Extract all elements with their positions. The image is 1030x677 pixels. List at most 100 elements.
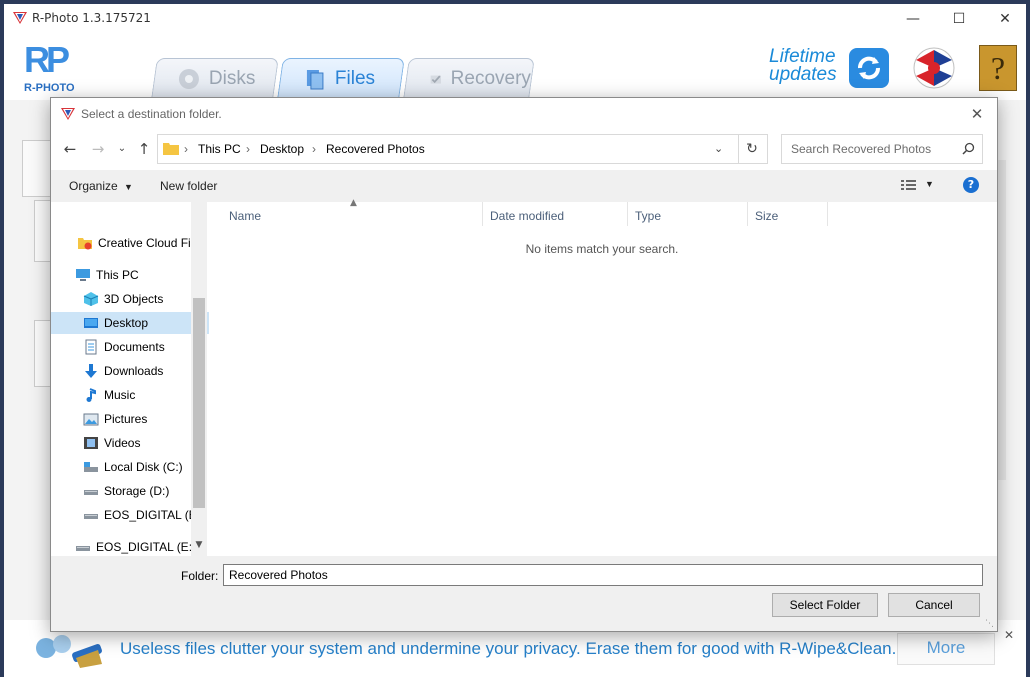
3d-objects-icon xyxy=(83,292,99,306)
desktop-icon xyxy=(84,318,98,328)
tab-files[interactable]: Files xyxy=(277,58,405,99)
organize-button[interactable]: Organize ▼ xyxy=(69,179,133,193)
recent-locations-chevron-icon[interactable]: ⌄ xyxy=(111,138,133,160)
file-list: ▲ Name Date modified Type Size No items … xyxy=(209,198,995,556)
pictures-icon xyxy=(83,413,99,426)
nav-item-desktop[interactable]: Desktop xyxy=(51,312,209,334)
folder-icon xyxy=(163,143,179,155)
column-header-name[interactable]: Name xyxy=(229,209,261,223)
disk-icon xyxy=(178,69,199,89)
address-dropdown-chevron-icon[interactable]: ⌄ xyxy=(714,142,723,155)
creative-cloud-icon xyxy=(78,238,92,250)
downloads-icon xyxy=(85,364,97,378)
language-flags-icon[interactable] xyxy=(912,46,956,90)
view-chevron-down-icon[interactable]: ▼ xyxy=(925,179,934,189)
chevron-down-icon: ▼ xyxy=(124,182,133,192)
nav-label: Documents xyxy=(104,340,165,354)
recovery-icon xyxy=(430,75,441,84)
nav-label: EOS_DIGITAL (E:) xyxy=(96,540,197,554)
view-options-icon[interactable] xyxy=(901,179,917,192)
folder-label: Folder: xyxy=(181,569,219,583)
scroll-down-arrow-icon[interactable]: ▼ xyxy=(191,540,207,554)
nav-label: Creative Cloud Fil xyxy=(98,236,194,250)
nav-item-3d-objects[interactable]: 3D Objects xyxy=(51,288,209,310)
videos-icon xyxy=(84,437,98,449)
tab-label: Recovery xyxy=(450,68,531,89)
sort-up-icon: ▲ xyxy=(350,198,357,208)
column-divider xyxy=(827,202,828,226)
nav-item-pictures[interactable]: Pictures xyxy=(51,408,209,430)
scrollbar-thumb[interactable] xyxy=(193,298,205,508)
nav-item-videos[interactable]: Videos xyxy=(51,432,209,454)
select-folder-button[interactable]: Select Folder xyxy=(772,593,878,617)
search-box[interactable]: Search Recovered Photos xyxy=(781,134,983,164)
search-icon xyxy=(962,142,975,155)
nav-item-eos-digital-e[interactable]: EOS_DIGITAL (E:) xyxy=(51,504,209,526)
column-header-type[interactable]: Type xyxy=(635,209,661,223)
breadcrumb-this-pc[interactable]: This PC xyxy=(198,142,241,156)
lifetime-updates-label[interactable]: Lifetime updates xyxy=(769,47,837,84)
cancel-button[interactable]: Cancel xyxy=(888,593,980,617)
promo-close-icon[interactable]: ✕ xyxy=(1004,628,1018,642)
resize-grip-icon[interactable]: ⋱ xyxy=(985,619,995,629)
minimize-button[interactable]: — xyxy=(890,4,936,34)
column-divider xyxy=(627,202,628,226)
app-title: R-Photo 1.3.175721 xyxy=(32,11,151,25)
nav-item-local-disk-c[interactable]: Local Disk (C:) xyxy=(51,456,209,478)
files-icon xyxy=(306,70,324,90)
breadcrumb-separator: › xyxy=(312,142,316,156)
folder-input[interactable]: Recovered Photos xyxy=(223,564,983,586)
drive-icon xyxy=(84,462,98,472)
nav-item-creative-cloud[interactable]: Creative Cloud Fil xyxy=(51,232,209,254)
dialog-close-button[interactable]: ✕ xyxy=(965,102,989,126)
app-logo-icon xyxy=(13,12,27,24)
nav-pane-scrollbar[interactable]: ▼ xyxy=(191,202,207,556)
dialog-app-icon xyxy=(61,108,75,120)
drive-icon xyxy=(84,490,98,495)
dialog-title: Select a destination folder. xyxy=(81,107,222,121)
help-icon[interactable]: ? xyxy=(979,45,1017,91)
nav-item-music[interactable]: Music xyxy=(51,384,209,406)
column-header-date-modified[interactable]: Date modified xyxy=(490,209,564,223)
nav-label: Downloads xyxy=(104,364,164,378)
tab-label: Files xyxy=(334,68,376,89)
tab-disks[interactable]: Disks xyxy=(151,58,279,99)
r-photo-logo: RP R-PHOTO xyxy=(24,42,88,95)
music-icon xyxy=(86,388,96,402)
wipe-clean-logo-icon xyxy=(36,635,102,668)
select-folder-dialog: Select a destination folder. ✕ ← → ⌄ ↑ ›… xyxy=(50,97,998,632)
drive-icon xyxy=(76,546,90,551)
more-button[interactable]: More xyxy=(897,633,995,665)
breadcrumb-separator: › xyxy=(246,142,250,156)
tab-recovery[interactable]: Recovery xyxy=(403,58,535,99)
up-arrow-icon[interactable]: ↑ xyxy=(133,138,155,160)
nav-label: This PC xyxy=(96,268,139,282)
new-folder-button[interactable]: New folder xyxy=(160,179,217,193)
nav-item-downloads[interactable]: Downloads xyxy=(51,360,209,382)
nav-item-storage-d[interactable]: Storage (D:) xyxy=(51,480,209,502)
breadcrumb-desktop[interactable]: Desktop xyxy=(260,142,304,156)
breadcrumb-recovered-photos[interactable]: Recovered Photos xyxy=(326,142,425,156)
search-placeholder: Search Recovered Photos xyxy=(791,142,932,156)
address-bar[interactable]: › This PC › Desktop › Recovered Photos ⌄ xyxy=(157,134,739,164)
nav-item-documents[interactable]: Documents xyxy=(51,336,209,358)
dialog-footer: Folder: Recovered Photos Select Folder C… xyxy=(51,556,997,631)
column-header-size[interactable]: Size xyxy=(755,209,778,223)
back-arrow-icon[interactable]: ← xyxy=(59,138,81,160)
close-button[interactable]: ✕ xyxy=(982,4,1028,34)
logo-subtitle: R-PHOTO xyxy=(24,82,75,94)
nav-item-this-pc[interactable]: This PC xyxy=(51,264,209,286)
nav-label: Pictures xyxy=(104,412,148,426)
column-divider xyxy=(747,202,748,226)
forward-arrow-icon[interactable]: → xyxy=(87,138,109,160)
help-question-icon[interactable]: ? xyxy=(963,177,979,193)
refresh-button[interactable]: ↻ xyxy=(737,134,768,164)
organize-label: Organize xyxy=(69,179,118,193)
update-icon[interactable] xyxy=(849,48,889,88)
navigation-pane: Creative Cloud Fil This PC 3D Objects De… xyxy=(51,202,209,556)
title-bar: R-Photo 1.3.175721 — ☐ ✕ xyxy=(4,4,1026,34)
nav-label: EOS_DIGITAL (E:) xyxy=(104,508,205,522)
maximize-button[interactable]: ☐ xyxy=(936,4,982,34)
nav-item-eos-digital-e-root[interactable]: EOS_DIGITAL (E:) xyxy=(51,536,209,556)
computer-icon xyxy=(76,269,90,281)
